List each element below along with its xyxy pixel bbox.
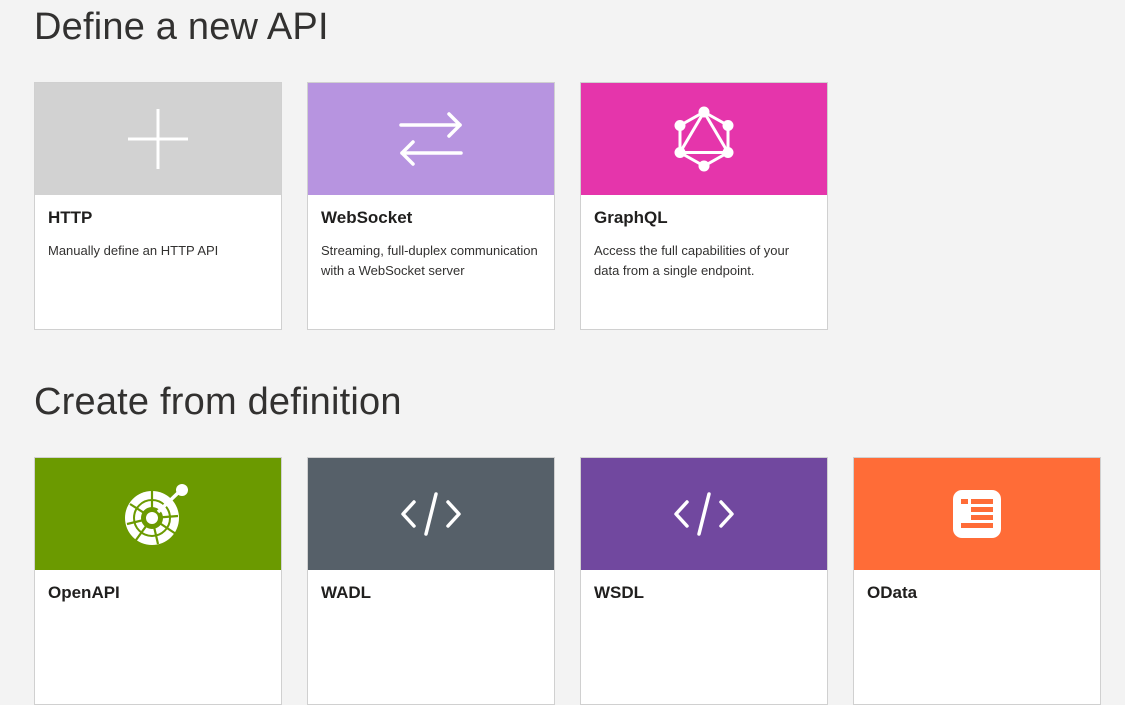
odata-icon bbox=[951, 488, 1003, 540]
odata-banner bbox=[854, 458, 1100, 570]
card-description: Manually define an HTTP API bbox=[48, 243, 219, 258]
http-banner bbox=[35, 83, 281, 195]
http-api-card[interactable]: HTTP Manually define an HTTP API bbox=[34, 82, 282, 330]
create-from-definition-cards: OpenAPI WADL WSDL OData bbox=[34, 457, 1101, 705]
openapi-banner bbox=[35, 458, 281, 570]
openapi-icon bbox=[124, 482, 192, 546]
code-icon bbox=[400, 490, 462, 538]
graphql-icon bbox=[673, 106, 735, 172]
odata-card[interactable]: OData bbox=[853, 457, 1101, 705]
wadl-banner bbox=[308, 458, 554, 570]
openapi-card[interactable]: OpenAPI bbox=[34, 457, 282, 705]
card-description: Streaming, full-duplex communication wit… bbox=[321, 243, 538, 278]
card-title: WADL bbox=[321, 583, 372, 602]
code-icon bbox=[673, 490, 735, 538]
card-title: OpenAPI bbox=[48, 583, 120, 602]
card-title: WSDL bbox=[594, 583, 645, 602]
wadl-card[interactable]: WADL bbox=[307, 457, 555, 705]
wsdl-banner bbox=[581, 458, 827, 570]
graphql-banner bbox=[581, 83, 827, 195]
define-api-cards: HTTP Manually define an HTTP API WebSock… bbox=[34, 82, 828, 330]
card-title: GraphQL bbox=[594, 208, 668, 227]
card-title: WebSocket bbox=[321, 208, 413, 227]
card-title: HTTP bbox=[48, 208, 93, 227]
wsdl-card[interactable]: WSDL bbox=[580, 457, 828, 705]
websocket-api-card[interactable]: WebSocket Streaming, full-duplex communi… bbox=[307, 82, 555, 330]
plus-icon bbox=[127, 108, 189, 170]
define-api-heading: Define a new API bbox=[34, 6, 329, 48]
create-from-definition-heading: Create from definition bbox=[34, 381, 402, 423]
card-description: Access the full capabilities of your dat… bbox=[594, 243, 790, 278]
graphql-api-card[interactable]: GraphQL Access the full capabilities of … bbox=[580, 82, 828, 330]
swap-arrows-icon bbox=[398, 110, 464, 168]
websocket-banner bbox=[308, 83, 554, 195]
card-title: OData bbox=[867, 583, 918, 602]
